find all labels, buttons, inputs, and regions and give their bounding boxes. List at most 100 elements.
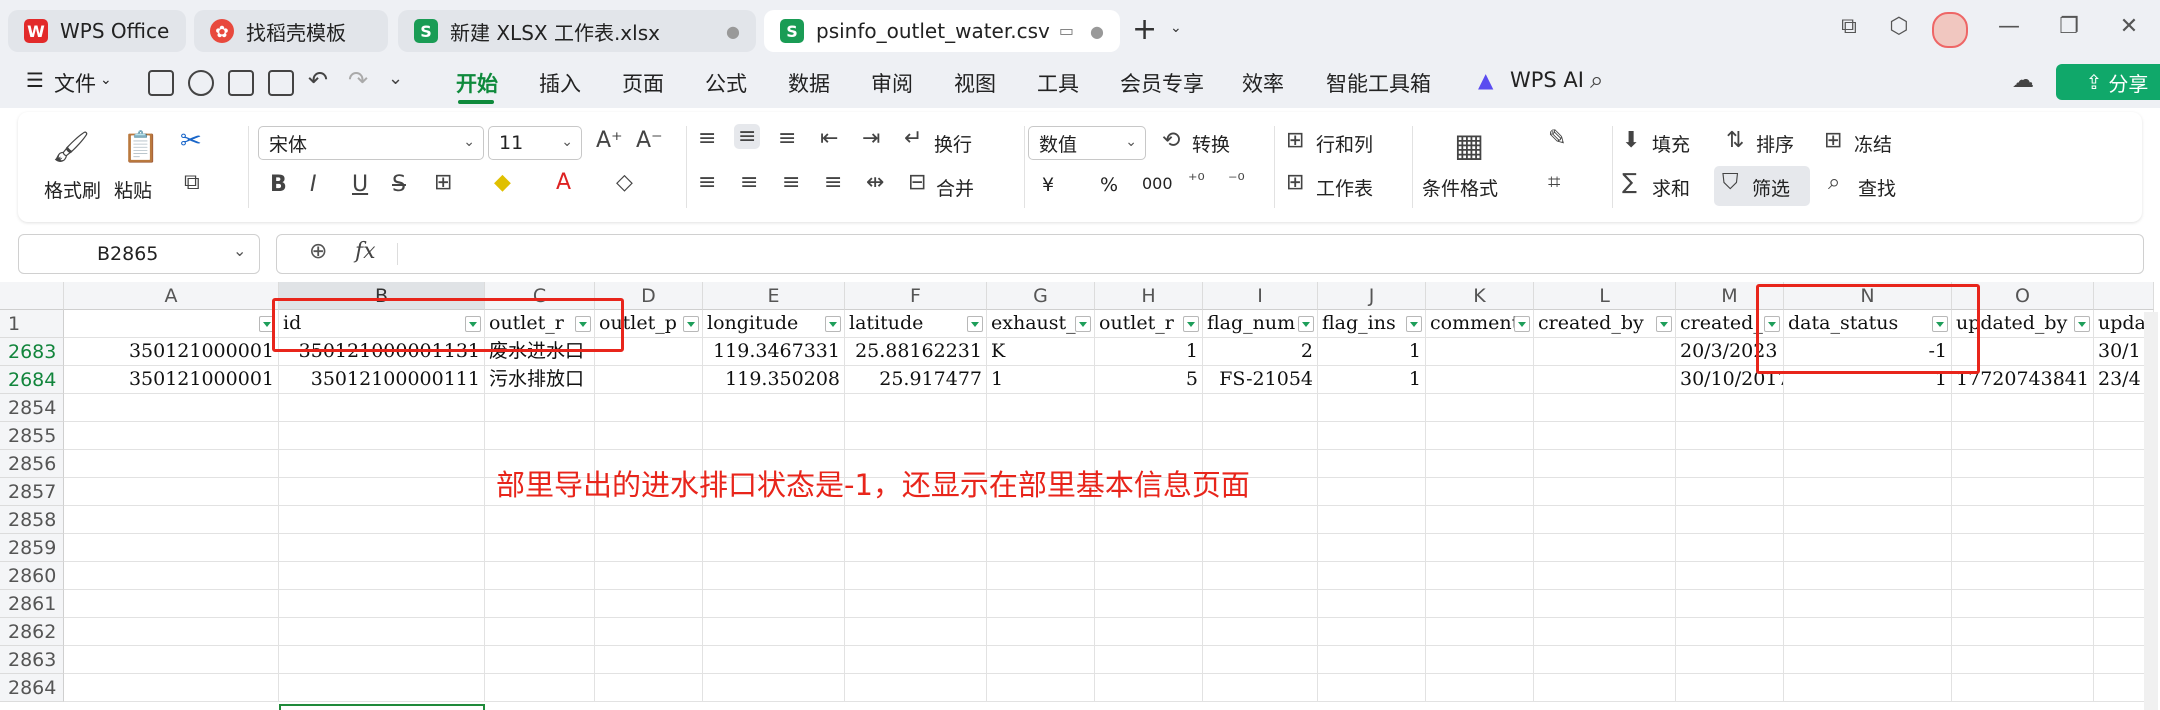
table-cell[interactable] (845, 646, 987, 674)
new-tab-icon[interactable]: + (1132, 12, 1157, 47)
conditional-format-button[interactable]: 条件格式 (1422, 174, 1498, 201)
conditional-format-icon[interactable]: ▦ (1454, 126, 1484, 164)
close-icon[interactable]: ✕ (2114, 14, 2144, 39)
row-header[interactable]: 2857 (0, 478, 64, 506)
table-cell[interactable] (485, 590, 595, 618)
table-cell[interactable] (703, 506, 845, 534)
filter-dropdown-icon[interactable] (2074, 316, 2090, 332)
menu-file[interactable]: 文件 (54, 68, 96, 98)
table-cell[interactable] (703, 562, 845, 590)
avatar[interactable] (1932, 12, 1968, 48)
row-header[interactable]: 2862 (0, 618, 64, 646)
table-cell[interactable] (1534, 338, 1676, 366)
sum-icon[interactable]: ∑ (1622, 170, 1637, 195)
justify-icon[interactable]: ≡ (824, 170, 842, 195)
menu-efficiency[interactable]: 效率 (1242, 68, 1284, 98)
filter-dropdown-icon[interactable] (1298, 316, 1314, 332)
table-cell[interactable] (1952, 478, 2094, 506)
table-cell[interactable] (64, 450, 279, 478)
table-cell[interactable] (279, 674, 485, 702)
table-cell[interactable] (1676, 478, 1784, 506)
row-header[interactable]: 2855 (0, 422, 64, 450)
table-cell[interactable] (485, 534, 595, 562)
search-icon[interactable]: ⌕ (1590, 66, 1603, 94)
table-cell[interactable] (1952, 590, 2094, 618)
table-cell[interactable] (987, 590, 1095, 618)
outdent-icon[interactable]: ⇤ (820, 126, 838, 151)
table-cell[interactable] (1952, 534, 2094, 562)
filter-button[interactable]: ⛉ 筛选 (1714, 166, 1810, 206)
header-cell[interactable]: comment (1426, 310, 1534, 338)
minimize-icon[interactable]: — (1994, 14, 2024, 39)
table-cell[interactable]: 2 (1203, 338, 1318, 366)
increase-decimal-icon[interactable]: ⁺⁰ (1188, 170, 1205, 191)
table-cell[interactable] (1952, 506, 2094, 534)
table-cell[interactable] (1318, 478, 1426, 506)
align-center-icon[interactable]: ≡ (740, 170, 758, 195)
table-cell[interactable]: 1 (1318, 338, 1426, 366)
cube-icon[interactable]: ⬡ (1884, 14, 1914, 39)
table-cell[interactable]: FS-21054 (1203, 366, 1318, 394)
table-cell[interactable] (1426, 450, 1534, 478)
row-header[interactable]: 1 (0, 310, 64, 338)
table-cell[interactable]: 350121000001 (64, 366, 279, 394)
table-cell[interactable] (1318, 618, 1426, 646)
table-cell[interactable] (1952, 450, 2094, 478)
percent-button[interactable]: % (1100, 174, 1118, 196)
table-cell[interactable] (64, 590, 279, 618)
undo-icon[interactable]: ↶ (308, 66, 328, 94)
align-left-icon[interactable]: ≡ (698, 170, 716, 195)
row-header[interactable]: 2861 (0, 590, 64, 618)
column-header[interactable]: G (987, 282, 1095, 310)
decrease-decimal-icon[interactable]: ⁻⁰ (1228, 170, 1245, 191)
table-cell[interactable] (703, 674, 845, 702)
table-cell[interactable]: 25.917477 (845, 366, 987, 394)
filter-dropdown-icon[interactable] (1656, 316, 1672, 332)
table-cell[interactable] (595, 618, 703, 646)
wrap-button[interactable]: 换行 (934, 130, 972, 157)
table-cell[interactable] (703, 422, 845, 450)
tab-docer[interactable]: ✿ 找稻壳模板 (194, 10, 388, 52)
cut-icon[interactable]: ✂ (180, 126, 202, 156)
column-header[interactable]: I (1203, 282, 1318, 310)
table-cell[interactable] (1784, 674, 1952, 702)
tab-new-xlsx[interactable]: S 新建 XLSX 工作表.xlsx ● (398, 10, 756, 52)
clear-format-icon[interactable]: ◇ (616, 170, 633, 195)
header-cell[interactable]: outlet_r (1095, 310, 1203, 338)
convert-button[interactable]: 转换 (1192, 130, 1230, 157)
chevron-down-icon[interactable]: ⌄ (1170, 20, 1182, 36)
formula-bar[interactable]: ⊕ fx (276, 234, 2144, 274)
table-cell[interactable] (64, 674, 279, 702)
table-cell[interactable] (987, 422, 1095, 450)
table-cell[interactable] (64, 562, 279, 590)
table-cell[interactable] (1784, 422, 1952, 450)
table-cell[interactable] (279, 478, 485, 506)
table-cell[interactable] (845, 674, 987, 702)
menu-wps-ai[interactable]: WPS AI (1510, 68, 1584, 92)
table-cell[interactable] (485, 646, 595, 674)
table-cell[interactable]: 119.350208 (703, 366, 845, 394)
table-cell[interactable] (1095, 562, 1203, 590)
table-cell[interactable] (1426, 478, 1534, 506)
table-cell[interactable] (64, 534, 279, 562)
indent-icon[interactable]: ⇥ (862, 126, 880, 151)
table-cell[interactable]: 119.3467331 (703, 338, 845, 366)
table-cell[interactable] (1095, 534, 1203, 562)
table-cell[interactable] (845, 506, 987, 534)
row-header[interactable]: 2860 (0, 562, 64, 590)
zoom-search-icon[interactable]: ⊕ (309, 239, 327, 264)
sort-button[interactable]: 排序 (1756, 130, 1794, 157)
table-cell[interactable] (485, 394, 595, 422)
table-cell[interactable] (595, 562, 703, 590)
table-cell[interactable] (987, 562, 1095, 590)
header-cell[interactable]: flag_num (1203, 310, 1318, 338)
cloud-icon[interactable]: ☁ (2012, 68, 2034, 93)
table-cell[interactable] (845, 590, 987, 618)
table-cell[interactable] (595, 506, 703, 534)
table-cell[interactable] (1676, 674, 1784, 702)
cell-crop-icon[interactable]: ⌗ (1548, 170, 1560, 195)
table-cell[interactable] (1095, 422, 1203, 450)
number-format-select[interactable]: 数值 ⌄ (1028, 126, 1146, 160)
table-cell[interactable] (1426, 674, 1534, 702)
table-cell[interactable] (1534, 366, 1676, 394)
